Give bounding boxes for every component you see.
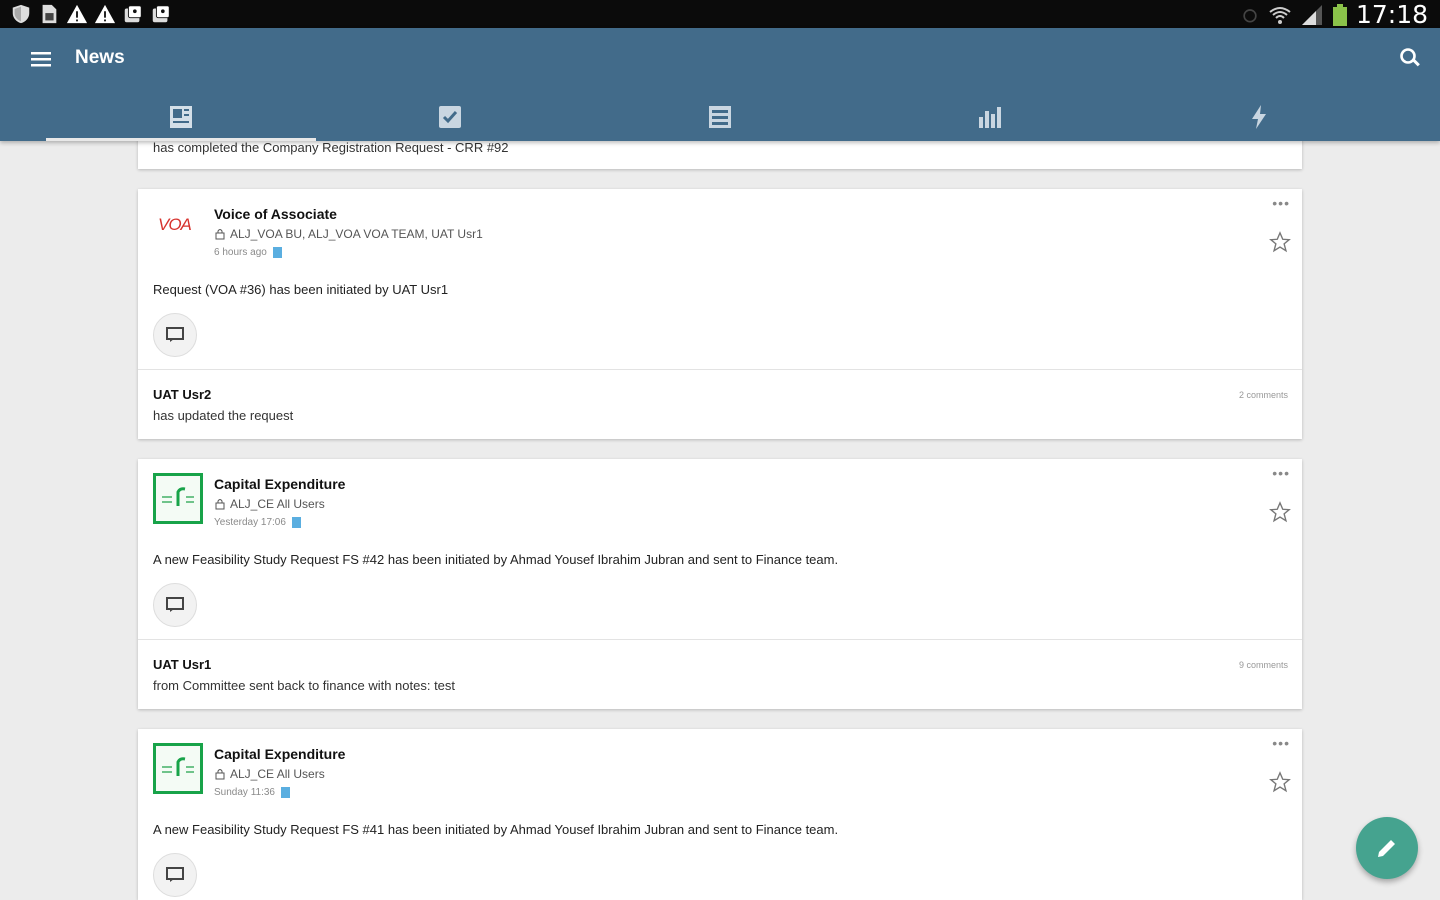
comments-count[interactable]: 9 comments <box>1239 660 1288 670</box>
document-icon <box>291 517 301 528</box>
clock: 17:18 <box>1355 0 1428 29</box>
comments-count[interactable]: 2 comments <box>1239 390 1288 400</box>
pencil-icon <box>1378 840 1395 857</box>
document-icon <box>280 787 290 798</box>
activity-text: has completed the Company Registration R… <box>153 140 509 155</box>
post-header: Capital Expenditure ALJ_CE All Users Sun… <box>138 729 1302 819</box>
capex-logo-icon <box>162 757 194 776</box>
comment-button[interactable] <box>153 583 197 627</box>
tab-reports[interactable] <box>855 92 1125 141</box>
more-options-button[interactable]: ••• <box>1272 465 1290 481</box>
activity-user: UAT Usr2 <box>153 387 212 402</box>
shield-icon <box>12 4 30 24</box>
tab-bar <box>46 92 1394 141</box>
feed-card: VOA Voice of Associate ALJ_VOA BU, ALJ_V… <box>138 189 1302 439</box>
comment-icon <box>166 867 184 882</box>
compose-button[interactable] <box>1356 817 1418 879</box>
post-title[interactable]: Capital Expenditure <box>214 746 345 762</box>
star-icon[interactable] <box>1269 771 1291 793</box>
menu-button[interactable] <box>26 44 56 74</box>
warning-icon <box>94 4 116 24</box>
alarm-icon <box>1243 8 1257 22</box>
activity-text: from Committee sent back to finance with… <box>153 678 456 693</box>
comment-icon <box>166 327 184 342</box>
comment-button[interactable] <box>153 313 197 357</box>
tab-list[interactable] <box>585 92 855 141</box>
audience-text: ALJ_CE All Users <box>230 767 325 781</box>
news-icon <box>169 105 192 128</box>
search-icon <box>1400 48 1420 67</box>
post-header: Capital Expenditure ALJ_CE All Users Yes… <box>138 459 1302 549</box>
system-icons: 17:18 <box>1240 2 1428 27</box>
gallery-icon <box>124 5 142 23</box>
post-title[interactable]: Voice of Associate <box>214 206 337 222</box>
gallery-icon <box>152 5 170 23</box>
activity-row[interactable]: UAT Usr1 from Committee sent back to fin… <box>138 640 1302 708</box>
post-audience: ALJ_CE All Users <box>214 497 325 511</box>
lock-icon <box>215 769 225 780</box>
post-timestamp: Yesterday 17:06 <box>214 517 301 528</box>
task-check-icon <box>439 105 462 128</box>
more-options-button[interactable]: ••• <box>1272 735 1290 751</box>
wifi-icon <box>1269 6 1291 24</box>
bar-chart-icon <box>978 106 1001 128</box>
activity-text: has updated the request <box>153 408 294 423</box>
post-header: VOA Voice of Associate ALJ_VOA BU, ALJ_V… <box>138 189 1302 279</box>
audience-text: ALJ_VOA BU, ALJ_VOA VOA TEAM, UAT Usr1 <box>230 227 483 241</box>
post-timestamp: Sunday 11:36 <box>214 787 290 798</box>
post-body: A new Feasibility Study Request FS #42 h… <box>153 552 839 567</box>
tab-tasks[interactable] <box>316 92 586 141</box>
signal-icon <box>1301 4 1322 25</box>
post-body: Request (VOA #36) has been initiated by … <box>153 282 449 297</box>
lock-icon <box>215 229 225 240</box>
lock-icon <box>215 499 225 510</box>
search-button[interactable] <box>1396 44 1426 74</box>
star-icon[interactable] <box>1269 231 1291 253</box>
timestamp-text: Yesterday 17:06 <box>214 517 286 528</box>
audience-text: ALJ_CE All Users <box>230 497 325 511</box>
sim-icon <box>42 4 57 24</box>
tab-activity[interactable] <box>1124 92 1394 141</box>
capex-logo <box>153 743 203 794</box>
comment-icon <box>166 597 184 612</box>
capex-logo-icon <box>162 487 194 506</box>
lightning-icon <box>1252 104 1267 129</box>
star-icon[interactable] <box>1269 501 1291 523</box>
notification-icons <box>10 3 172 25</box>
timestamp-text: Sunday 11:36 <box>214 787 275 798</box>
hamburger-menu-icon <box>31 52 51 67</box>
activity-user: UAT Usr1 <box>153 657 212 672</box>
tab-news[interactable] <box>46 92 316 141</box>
list-icon <box>708 105 731 128</box>
comment-button[interactable] <box>153 853 197 897</box>
post-audience: ALJ_CE All Users <box>214 767 325 781</box>
post-body: A new Feasibility Study Request FS #41 h… <box>153 822 839 837</box>
app-bar: News <box>0 28 1440 141</box>
status-bar: 17:18 <box>0 0 1440 28</box>
post-title[interactable]: Capital Expenditure <box>214 476 345 492</box>
warning-icon <box>66 4 88 24</box>
post-audience: ALJ_VOA BU, ALJ_VOA VOA TEAM, UAT Usr1 <box>214 227 483 241</box>
page-title: News <box>75 47 125 68</box>
timestamp-text: 6 hours ago <box>214 247 267 258</box>
more-options-button[interactable]: ••• <box>1272 195 1290 211</box>
post-timestamp: 6 hours ago <box>214 247 282 258</box>
feed-card: Capital Expenditure ALJ_CE All Users Sun… <box>138 729 1302 900</box>
battery-icon <box>1332 3 1347 26</box>
activity-row[interactable]: UAT Usr2 has updated the request 2 comme… <box>138 370 1302 438</box>
document-icon <box>272 247 282 258</box>
feed-card: Capital Expenditure ALJ_CE All Users Yes… <box>138 459 1302 709</box>
voa-logo: VOA <box>158 215 192 234</box>
capex-logo <box>153 473 203 524</box>
